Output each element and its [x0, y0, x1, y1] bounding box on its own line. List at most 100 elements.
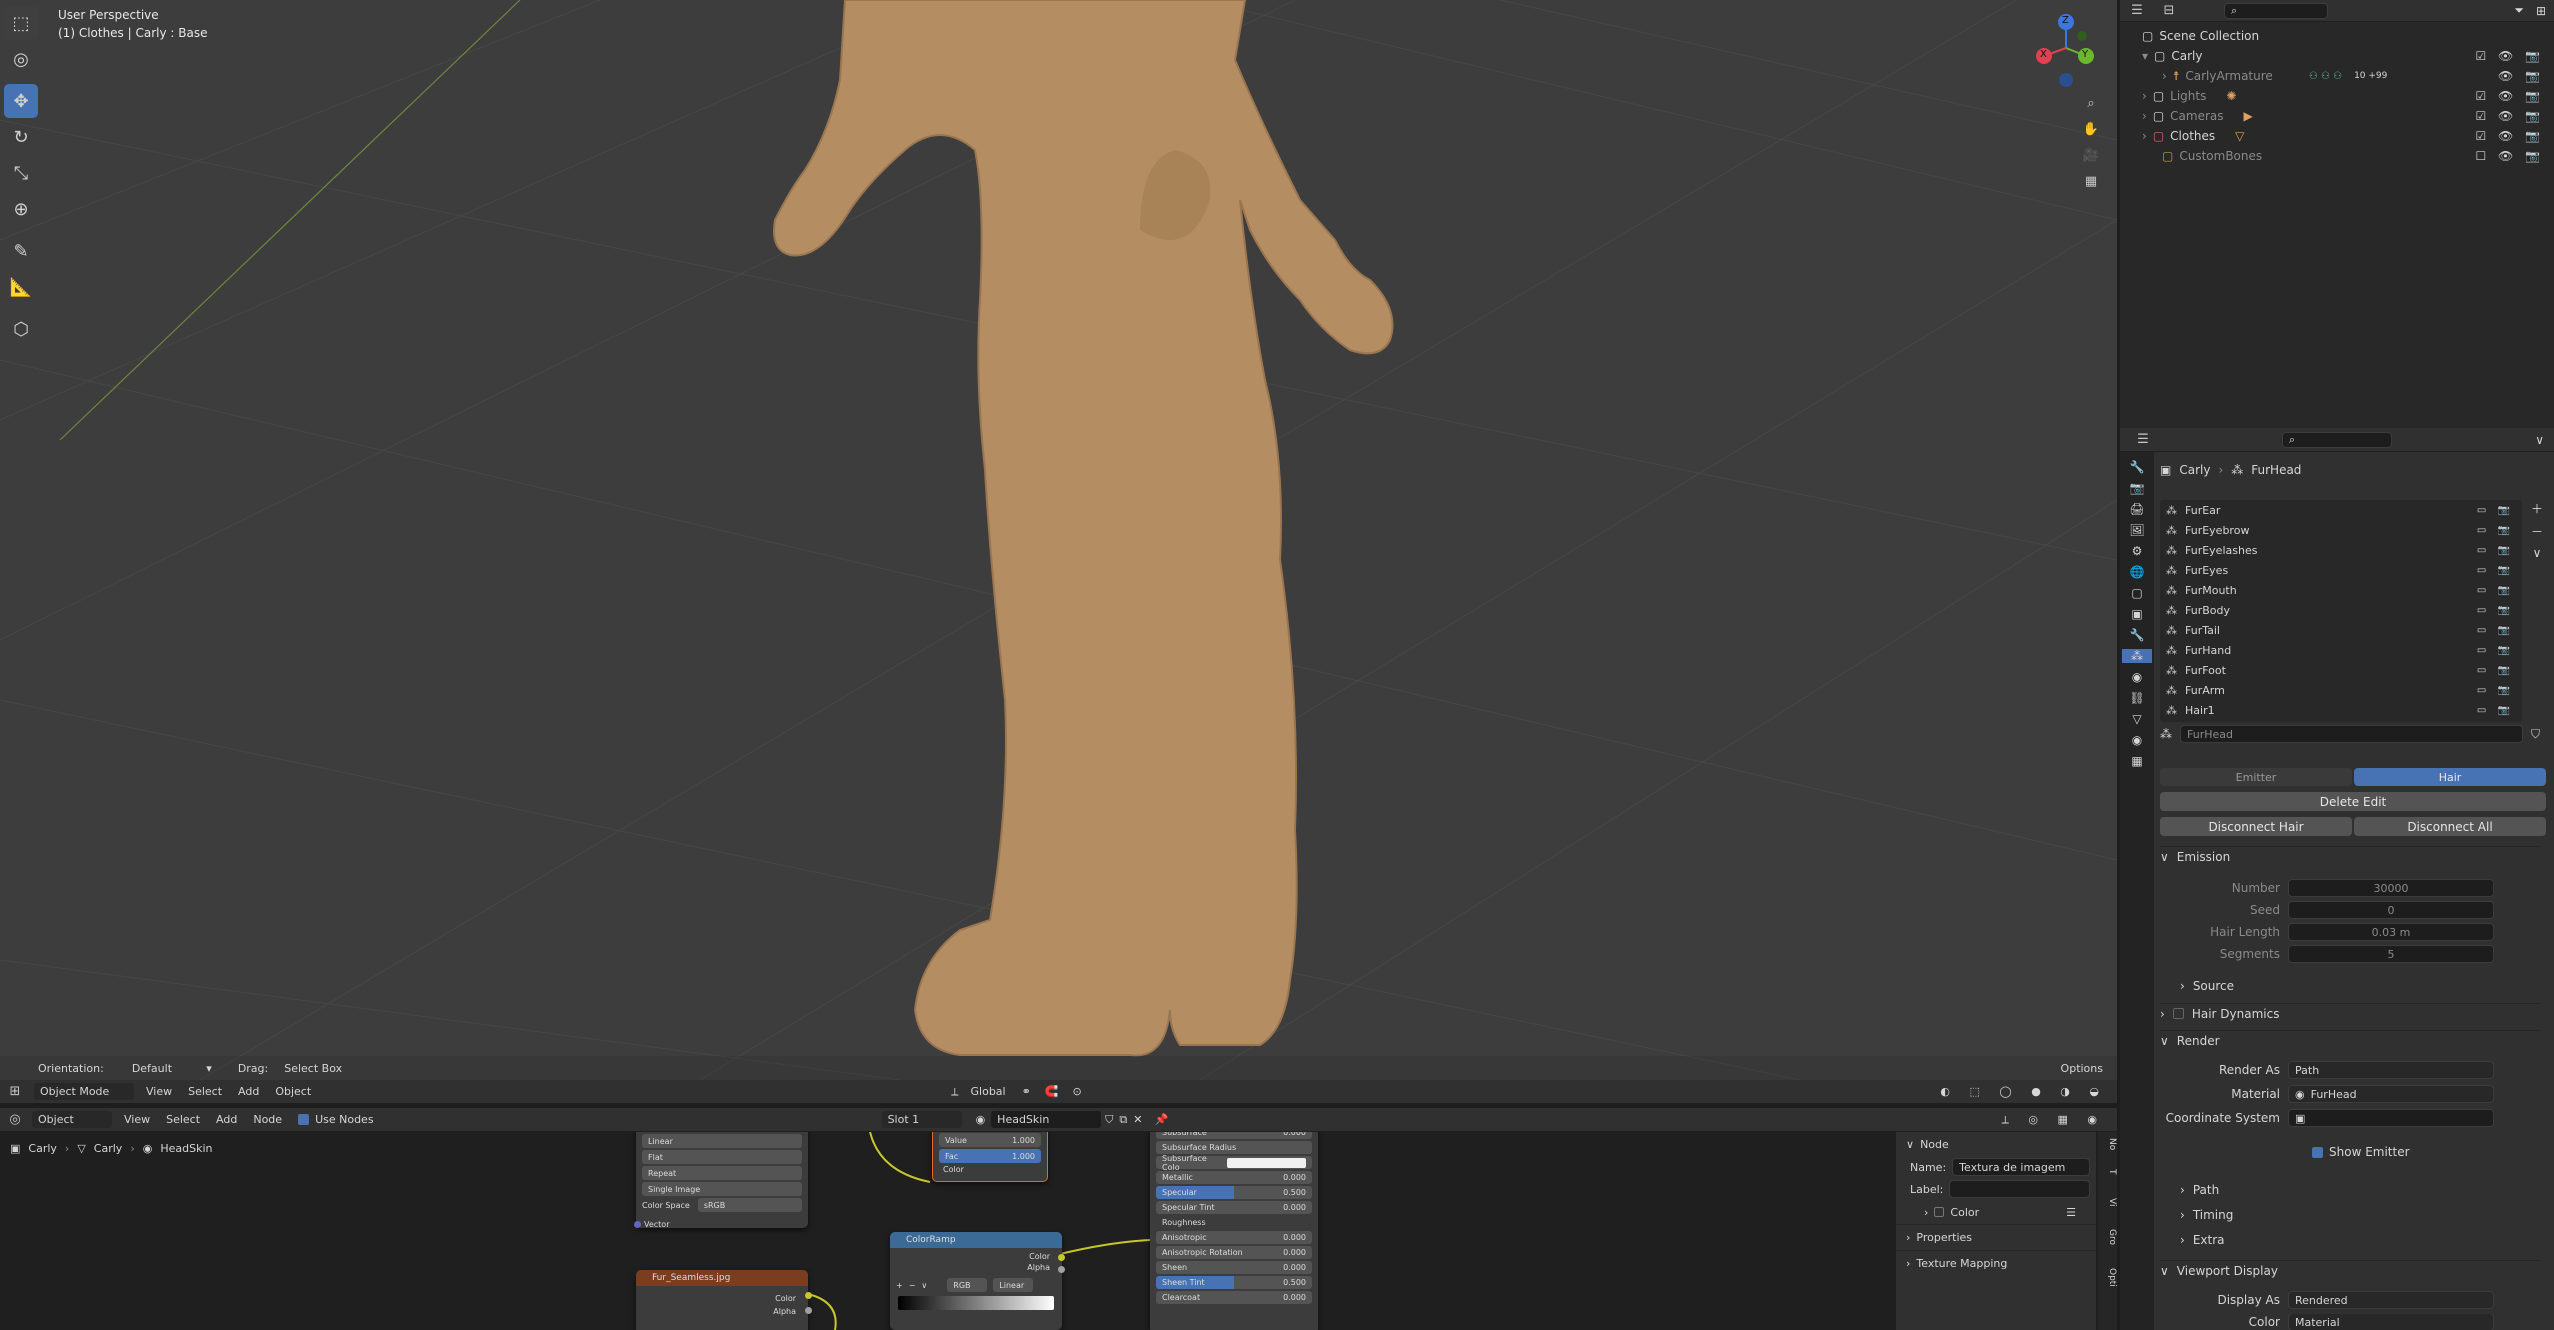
number-field[interactable]: 30000 [2288, 879, 2494, 897]
mix-value-field[interactable]: Value 1.000 [939, 1133, 1041, 1147]
modifier-tab-icon[interactable]: 🔧 [2130, 628, 2145, 642]
transform-orientation-dropdown[interactable]: Global [965, 1083, 1012, 1100]
visibility-toggles[interactable]: ☐ 👁 📷 [2475, 149, 2544, 163]
menu-object[interactable]: Object [275, 1085, 311, 1098]
material-name-field[interactable]: HeadSkin [991, 1111, 1102, 1128]
sidebar-tab-group[interactable]: Gro [2107, 1219, 2117, 1255]
source-subpanel[interactable]: › Source [2180, 976, 2554, 996]
fake-user-icon[interactable]: ⛉ [2531, 727, 2540, 742]
particle-system-item[interactable]: ⁂ FurTail ▭ 📷 [2160, 620, 2522, 640]
bsdf-input-row[interactable]: Roughness [1156, 1216, 1312, 1229]
material-dropdown[interactable]: ◉ FurHead [2288, 1085, 2494, 1103]
render-toggle-icons[interactable]: ▭ 📷 [2477, 545, 2514, 556]
physics-tab-icon[interactable]: ◉ [2132, 670, 2142, 684]
use-nodes-checkbox[interactable] [298, 1114, 310, 1125]
particle-system-item[interactable]: ⁂ FurEyebrow ▭ 📷 [2160, 520, 2522, 540]
remove-particle-system-icon[interactable]: － [2531, 523, 2543, 540]
bsdf-input-row[interactable]: Specular 0.500 [1156, 1186, 1312, 1199]
interpolation-dropdown[interactable]: Linear [642, 1134, 802, 1148]
expand-icon[interactable]: › [2142, 129, 2147, 143]
principled-bsdf-node[interactable]: Subsurface 0.000 Subsurface Radius Subsurfa… [1150, 1132, 1318, 1330]
chevron-down-icon[interactable]: ∨ [2533, 546, 2542, 560]
rotate-tool-icon[interactable]: ↻ [4, 120, 38, 154]
node-menu-select[interactable]: Select [166, 1113, 200, 1126]
move-tool-icon[interactable]: ✥ [4, 84, 38, 118]
bsdf-input-row[interactable]: Sheen Tint 0.500 [1156, 1276, 1312, 1289]
node-mode-dropdown[interactable]: Object [32, 1111, 112, 1128]
material-tab-icon[interactable]: ◉ [2132, 733, 2142, 747]
mix-fac-field[interactable]: Fac 1.000 [939, 1149, 1041, 1163]
projection-dropdown[interactable]: Flat [642, 1150, 802, 1164]
image-texture-node[interactable]: Linear Flat Repeat Single Image Color Sp… [636, 1132, 808, 1228]
camera-view-icon[interactable]: 🎥 [2082, 146, 2100, 164]
bsdf-input-row[interactable]: Subsurface Colo [1156, 1154, 1312, 1172]
particle-system-item[interactable]: ⁂ FurEyes ▭ 📷 [2160, 560, 2522, 580]
render-toggle-icons[interactable]: ▭ 📷 [2477, 665, 2514, 676]
shading-mode-icons[interactable]: ◐ ⬚ ◯ ● ◑ ◒ [1940, 1085, 2107, 1098]
bsdf-input-row[interactable]: Subsurface Radius [1156, 1141, 1312, 1154]
node-label-field[interactable] [1949, 1180, 2090, 1198]
chevron-down-icon[interactable]: ∨ [2535, 433, 2544, 447]
ramp-menu-button[interactable]: ∨ [921, 1281, 927, 1290]
list-icon[interactable]: ☰ [2066, 1206, 2076, 1219]
viewport-display-header[interactable]: ∨ Viewport Display [2160, 1260, 2540, 1280]
snap-icon[interactable]: 🧲 [1045, 1085, 1059, 1098]
pivot-icon[interactable]: ⚭ [1022, 1085, 1031, 1098]
proportional-edit-icon[interactable]: ⊙ [1073, 1085, 1082, 1098]
bsdf-input-row[interactable]: Anisotropic Rotation 0.000 [1156, 1246, 1312, 1259]
object-tab-icon[interactable]: ▣ [2131, 607, 2142, 621]
perspective-grid-icon[interactable]: ▦ [2082, 172, 2100, 190]
scene-tab-icon[interactable]: ⚙ [2132, 544, 2143, 558]
render-toggle-icons[interactable]: ▭ 📷 [2477, 705, 2514, 716]
pan-hand-icon[interactable]: ✋ [2082, 120, 2100, 138]
color-dropdown[interactable]: Material [2288, 1314, 2494, 1330]
ramp-mode-dropdown[interactable]: RGB [947, 1278, 988, 1292]
expand-icon[interactable]: › [2162, 69, 2167, 83]
disconnect-hair-button[interactable]: Disconnect Hair [2160, 817, 2352, 836]
ramp-color-socket[interactable] [1058, 1254, 1065, 1261]
particle-system-item[interactable]: ⁂ FurBody ▭ 📷 [2160, 600, 2522, 620]
display-as-dropdown[interactable]: Rendered [2288, 1291, 2494, 1309]
ramp-remove-button[interactable]: − [909, 1281, 916, 1290]
timing-subpanel[interactable]: › Timing [2180, 1205, 2554, 1225]
measure-tool-icon[interactable]: 📐 [4, 270, 38, 304]
mix-node[interactable]: Value 1.000 Fac 1.000 Color [932, 1132, 1048, 1182]
visibility-toggles[interactable]: 👁 📷 [2498, 69, 2544, 83]
output-tab-icon[interactable]: 🖨 [2129, 502, 2144, 516]
outliner-search-input[interactable]: ⌕ [2224, 2, 2328, 19]
outliner-editor-icon[interactable]: ☰ [2128, 2, 2146, 20]
select-box-tool-icon[interactable]: ⬚ [4, 6, 38, 40]
sidebar-tab-options[interactable]: Opti [2107, 1258, 2117, 1297]
particle-system-item[interactable]: ⁂ FurEar ▭ 📷 [2160, 500, 2522, 520]
fur-image-node[interactable]: Fur_Seamless.jpg Color Alpha [636, 1270, 808, 1330]
render-toggle-icons[interactable]: ▭ 📷 [2477, 605, 2514, 616]
outliner-row-clothes[interactable]: › ▢ Clothes ▽ ☑ 👁 📷 [2120, 126, 2554, 146]
render-toggle-icons[interactable]: ▭ 📷 [2477, 565, 2514, 576]
tool-tab-icon[interactable]: 🔧 [2130, 460, 2145, 474]
delete-edit-button[interactable]: Delete Edit [2160, 792, 2546, 811]
annotate-tool-icon[interactable]: ✎ [4, 234, 38, 268]
bsdf-input-row[interactable]: Metallic 0.000 [1156, 1171, 1312, 1184]
collection-tab-icon[interactable]: ▢ [2131, 586, 2142, 600]
ramp-interp-dropdown[interactable]: Linear [993, 1278, 1034, 1292]
hair-dynamics-checkbox[interactable] [2172, 1008, 2184, 1019]
visibility-toggles[interactable]: ☑ 👁 📷 [2475, 89, 2544, 103]
render-toggle-icons[interactable]: ▭ 📷 [2477, 585, 2514, 596]
bsdf-input-row[interactable]: Sheen 0.000 [1156, 1261, 1312, 1274]
node-overlay-icons[interactable]: ⟂ ◎ ▦ ◉ [2002, 1113, 2105, 1127]
bsdf-input-row[interactable]: Specular Tint 0.000 [1156, 1201, 1312, 1214]
scale-tool-icon[interactable]: ⤡ [4, 156, 38, 190]
fur-color-socket[interactable] [805, 1292, 812, 1299]
bsdf-input-row[interactable]: Anisotropic 0.000 [1156, 1231, 1312, 1244]
particle-system-item[interactable]: ⁂ FurArm ▭ 📷 [2160, 680, 2522, 700]
unlink-material-icon[interactable]: ✕ [1133, 1113, 1142, 1126]
view-layer-tab-icon[interactable]: 🖼 [2129, 523, 2144, 537]
expand-icon[interactable]: › [2142, 89, 2147, 103]
visibility-toggles[interactable]: ☑ 👁 📷 [2475, 49, 2544, 63]
particle-system-item[interactable]: ⁂ Hair1 ▭ 📷 [2160, 700, 2522, 720]
show-emitter-checkbox[interactable] [2312, 1146, 2323, 1158]
outliner-row-custombones[interactable]: ▢ CustomBones ☐ 👁 📷 [2120, 146, 2554, 166]
visibility-toggles[interactable]: ☑ 👁 📷 [2475, 129, 2544, 143]
render-panel-header[interactable]: ∨ Render [2160, 1030, 2540, 1050]
menu-view[interactable]: View [146, 1085, 172, 1098]
